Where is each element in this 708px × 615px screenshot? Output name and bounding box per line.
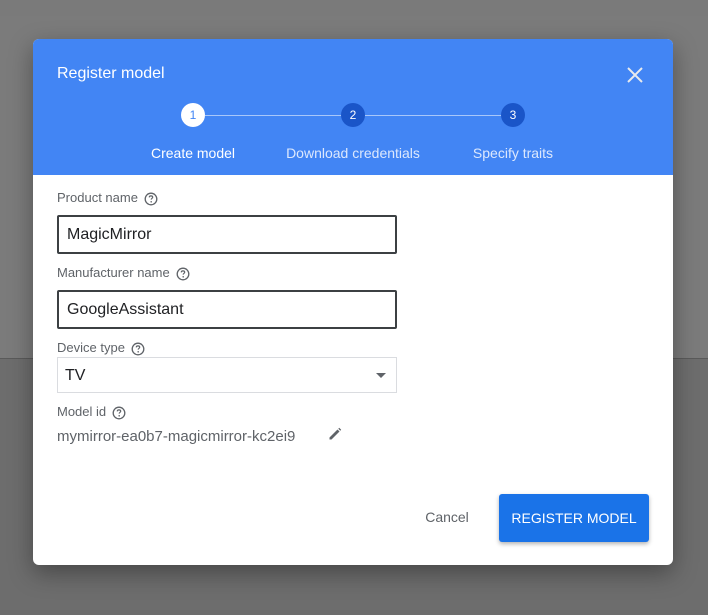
manufacturer-name-input[interactable] xyxy=(57,290,397,329)
device-type-label: Device type xyxy=(57,340,145,356)
pencil-icon[interactable] xyxy=(327,426,343,442)
step-2-circle: 2 xyxy=(341,103,365,127)
help-icon[interactable] xyxy=(112,406,126,420)
manufacturer-name-label-text: Manufacturer name xyxy=(57,265,170,280)
step-3-label: Specify traits xyxy=(472,145,554,161)
step-1-circle: 1 xyxy=(181,103,205,127)
device-type-value: TV xyxy=(65,367,86,384)
help-icon[interactable] xyxy=(176,267,190,281)
device-type-label-text: Device type xyxy=(57,340,125,355)
product-name-label: Product name xyxy=(57,190,158,206)
dialog-title: Register model xyxy=(57,65,165,82)
dialog-header: Register model 1 2 3 Create model Downlo… xyxy=(33,39,673,175)
model-id-value: mymirror-ea0b7-magicmirror-kc2ei9 xyxy=(57,428,296,445)
step-2-label: Download credentials xyxy=(286,145,420,161)
model-id-label-text: Model id xyxy=(57,404,107,419)
register-model-dialog: Register model 1 2 3 Create model Downlo… xyxy=(33,39,673,565)
device-type-select[interactable]: TV xyxy=(57,357,397,393)
close-icon[interactable] xyxy=(623,63,647,87)
model-id-label: Model id xyxy=(57,404,126,420)
backdrop-top xyxy=(0,0,708,16)
help-icon[interactable] xyxy=(144,192,158,206)
step-3-circle: 3 xyxy=(501,103,525,127)
step-connector xyxy=(205,115,341,116)
manufacturer-name-label: Manufacturer name xyxy=(57,265,190,281)
step-1-label: Create model xyxy=(150,145,236,161)
product-name-input[interactable] xyxy=(57,215,397,254)
product-name-label-text: Product name xyxy=(57,190,138,205)
help-icon[interactable] xyxy=(131,342,145,356)
step-connector xyxy=(365,115,501,116)
register-model-button[interactable]: REGISTER MODEL xyxy=(499,494,649,542)
stepper: 1 2 3 Create model Download credentials … xyxy=(33,103,673,167)
cancel-button[interactable]: Cancel xyxy=(409,495,485,539)
dropdown-arrow-icon xyxy=(376,373,386,378)
